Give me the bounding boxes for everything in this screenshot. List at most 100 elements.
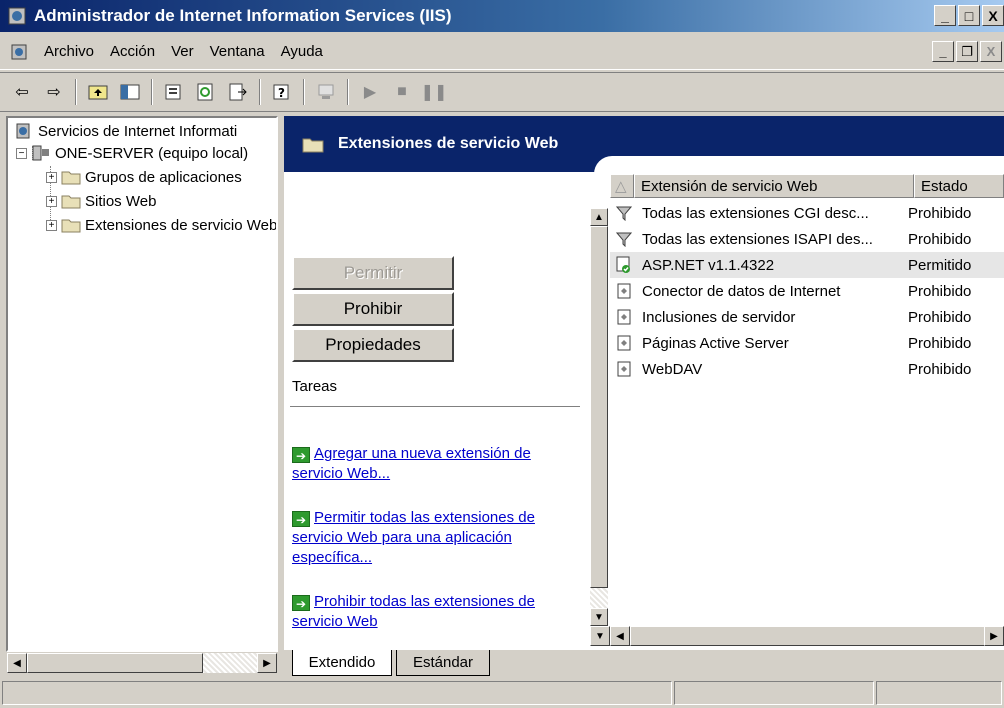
expand-icon[interactable]: + [46, 171, 57, 183]
collapse-icon[interactable]: − [16, 147, 27, 159]
tree-item-server[interactable]: − ONE-SERVER (equipo local) [16, 142, 248, 164]
panel-title: Extensiones de servicio Web [338, 135, 559, 152]
menu-ventana[interactable]: Ventana [210, 43, 265, 60]
toolbar-separator [151, 79, 153, 105]
folder-icon [61, 171, 81, 185]
tree-pane[interactable]: Servicios de Internet Informati − ONE-SE… [6, 116, 278, 652]
mdi-minimize-button[interactable]: _ [932, 41, 954, 62]
task-allow-all-for-app[interactable]: ➔ Permitir todas las extensiones de servi… [292, 508, 572, 568]
list-item[interactable]: Páginas Active Server Prohibido [610, 330, 1004, 356]
show-hide-tree-icon[interactable] [117, 79, 143, 105]
list-item[interactable]: WebDAV Prohibido [610, 356, 1004, 382]
scroll-down-icon[interactable]: ▼ [590, 608, 608, 626]
list-item[interactable]: Inclusiones de servidor Prohibido [610, 304, 1004, 330]
tree-label-server: ONE-SERVER (equipo local) [55, 144, 249, 162]
folder-icon [302, 138, 324, 153]
extension-icon [614, 359, 634, 379]
tab-extended[interactable]: Extendido [292, 650, 392, 676]
sort-indicator-icon[interactable]: △ [610, 174, 634, 198]
status-cell-2 [674, 681, 874, 705]
scroll-right-icon[interactable]: ▶ [257, 653, 277, 673]
console-icon[interactable] [8, 41, 30, 63]
task-link[interactable]: Prohibir todas las extensiones de servic… [292, 593, 535, 630]
help-icon[interactable]: ? [269, 79, 295, 105]
scroll-right-icon[interactable]: ▶ [984, 626, 1004, 646]
tree-item-web-extensions[interactable]: + Extensiones de servicio Web [46, 214, 276, 236]
iis-app-icon [8, 7, 26, 25]
column-header-status[interactable]: Estado [914, 174, 1004, 198]
back-icon[interactable]: ⇦ [9, 79, 35, 105]
list-item[interactable]: Todas las extensiones ISAPI des... Prohi… [610, 226, 1004, 252]
tasks-heading: Tareas [292, 378, 338, 395]
scroll-down-icon[interactable]: ▼ [590, 626, 610, 646]
maximize-button[interactable]: □ [958, 5, 980, 26]
list-header: △ Extensión de servicio Web Estado [610, 174, 1004, 198]
extension-status: Prohibido [908, 204, 972, 222]
play-icon[interactable]: ▶ [357, 79, 383, 105]
extension-name: ASP.NET v1.1.4322 [642, 256, 775, 274]
list-horizontal-scrollbar[interactable]: ▼ ◀ ▶ [590, 626, 1004, 646]
task-prohibit-all[interactable]: ➔ Prohibir todas las extensiones de servi… [292, 592, 572, 632]
minimize-button[interactable]: _ [934, 5, 956, 26]
export-list-icon[interactable] [225, 79, 251, 105]
list-item[interactable]: Conector de datos de Internet Prohibido [610, 278, 1004, 304]
extensions-list[interactable]: △ Extensión de servicio Web Estado Todas… [610, 174, 1004, 626]
list-item[interactable]: Todas las extensiones CGI desc... Prohib… [610, 200, 1004, 226]
toolbar-separator [347, 79, 349, 105]
title-bar[interactable]: Administrador de Internet Information Se… [0, 0, 1004, 32]
toolbar-separator [303, 79, 305, 105]
properties-icon[interactable] [161, 79, 187, 105]
tree-item-app-pools[interactable]: + Grupos de aplicaciones [46, 166, 242, 188]
task-add-extension[interactable]: ➔ Agregar una nueva extensión de servicio… [292, 444, 572, 484]
scrollbar-thumb[interactable] [27, 653, 203, 673]
allow-button[interactable]: Permitir [292, 256, 454, 290]
forward-icon[interactable]: ⇨ [41, 79, 67, 105]
scroll-left-icon[interactable]: ◀ [610, 626, 630, 646]
expand-icon[interactable]: + [46, 195, 57, 207]
scrollbar-thumb[interactable] [630, 626, 986, 646]
properties-button[interactable]: Propiedades [292, 328, 454, 362]
mdi-close-button[interactable]: X [980, 41, 1002, 62]
prohibit-button[interactable]: Prohibir [292, 292, 454, 326]
folder-icon [61, 219, 81, 233]
tree-label-websites: Sitios Web [85, 192, 157, 210]
computer-icon[interactable] [313, 79, 339, 105]
status-cell-3 [876, 681, 1002, 705]
tree-horizontal-scrollbar[interactable]: ◀ ▶ [6, 652, 278, 674]
stop-icon[interactable]: ■ [389, 79, 415, 105]
toolbar-separator [75, 79, 77, 105]
toolbar: ⇦ ⇨ ? ▶ ■ ❚❚ [0, 72, 1004, 112]
scroll-up-icon[interactable]: ▲ [590, 208, 608, 226]
tab-standard[interactable]: Estándar [396, 650, 490, 676]
tree-item-root[interactable]: Servicios de Internet Informati [14, 120, 237, 142]
column-header-extension[interactable]: Extensión de servicio Web [634, 174, 914, 198]
task-link[interactable]: Permitir todas las extensiones de servic… [292, 509, 535, 566]
extension-icon [614, 307, 634, 327]
up-one-level-icon[interactable] [85, 79, 111, 105]
extension-status: Prohibido [908, 230, 972, 248]
menu-ayuda[interactable]: Ayuda [281, 43, 323, 60]
iis-icon [16, 123, 30, 139]
list-item-selected[interactable]: ASP.NET v1.1.4322 Permitido [610, 252, 1004, 278]
scrollbar-thumb[interactable] [590, 226, 608, 588]
tree-item-websites[interactable]: + Sitios Web [46, 190, 156, 212]
extension-name: Conector de datos de Internet [642, 282, 841, 300]
menu-ver[interactable]: Ver [171, 43, 194, 60]
task-link[interactable]: Agregar una nueva extensión de servicio … [292, 445, 531, 482]
mdi-restore-button[interactable]: ❐ [956, 41, 978, 62]
menu-archivo[interactable]: Archivo [44, 43, 94, 60]
expand-icon[interactable]: + [46, 219, 57, 231]
filter-icon [614, 203, 634, 223]
close-button[interactable]: X [982, 5, 1004, 26]
list-vertical-scrollbar[interactable]: ▲ ▼ [590, 208, 608, 644]
menu-bar: Archivo Acción Ver Ventana Ayuda _ ❐ X [0, 34, 1004, 70]
pause-icon[interactable]: ❚❚ [421, 79, 448, 105]
extension-status: Prohibido [908, 308, 972, 326]
toolbar-separator [259, 79, 261, 105]
refresh-icon[interactable] [193, 79, 219, 105]
extension-name: WebDAV [642, 360, 703, 378]
window-title: Administrador de Internet Information Se… [34, 6, 452, 25]
folder-icon [61, 195, 81, 209]
menu-accion[interactable]: Acción [110, 43, 155, 60]
scroll-left-icon[interactable]: ◀ [7, 653, 27, 673]
